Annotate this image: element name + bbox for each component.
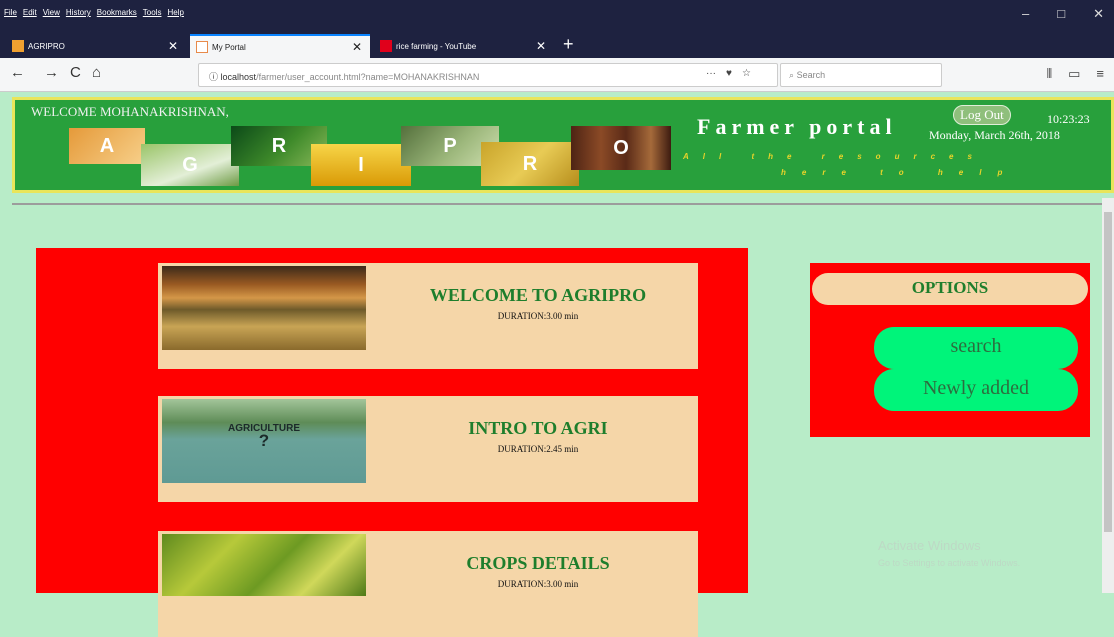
tab-agripro[interactable]: AGRIPRO ✕ [6,34,186,58]
info-icon: ⓘ [209,72,219,82]
youtube-favicon-icon [380,40,392,52]
course-duration: DURATION:3.00 min [497,579,579,589]
tab-close-icon[interactable]: ✕ [352,40,362,54]
course-card[interactable]: AGRICULTURE ? INTRO TO AGRI DURATION:2.4… [158,396,698,502]
question-mark-icon: ? [258,431,270,450]
menu-history[interactable]: History [66,8,91,17]
course-title: WELCOME TO AGRIPRO [429,285,647,305]
browser-menubar: File Edit View History Bookmarks Tools H… [0,0,1114,30]
page-scrollbar[interactable] [1102,198,1114,593]
courses-panel: WELCOME TO AGRIPRO DURATION:3.00 min AGR… [36,248,748,637]
course-title: INTRO TO AGRI [468,418,608,438]
clock-time: 10:23:23 [1047,112,1090,126]
activate-windows-watermark: Activate Windows [878,538,981,553]
menu-file[interactable]: File [4,8,17,17]
logo-letter-r2: R [481,142,579,186]
back-button[interactable]: ← [10,64,25,81]
tab-youtube[interactable]: rice farming - YouTube ✕ [374,34,554,58]
header-divider [12,203,1102,205]
menu-view[interactable]: View [43,8,60,17]
search-input[interactable]: ⌕ Search [780,63,942,87]
portal-title: Farmer portal [697,114,897,139]
url-host: localhost [220,72,257,82]
search-placeholder: Search [796,70,826,80]
page-actions-icon[interactable]: ··· [706,68,716,79]
logo-letter-i: I [311,144,411,186]
search-icon: ⌕ [789,70,795,80]
options-panel: OPTIONS search Newly added [810,263,1090,437]
welcome-text: WELCOME MOHANAKRISHNAN, [31,104,229,119]
newly-added-button[interactable]: Newly added [874,369,1078,411]
course-card[interactable]: CROPS DETAILS DURATION:3.00 min [158,531,698,637]
logo-letter-o: O [571,126,671,170]
course-duration: DURATION:3.00 min [497,311,579,321]
tab-label: My Portal [212,42,246,52]
tab-close-icon[interactable]: ✕ [168,39,178,53]
page-favicon-icon [196,41,208,53]
agripro-favicon-icon [12,40,24,52]
home-button[interactable]: ⌂ [92,64,101,81]
tab-my-portal[interactable]: My Portal ✕ [190,34,370,58]
options-title: OPTIONS [812,273,1088,305]
sidebar-icon[interactable]: ▭ [1068,66,1080,82]
search-button[interactable]: search [874,327,1078,369]
course-thumbnail-rice-crop [162,534,366,596]
library-icon[interactable]: ⫴ [1047,66,1052,82]
tagline-line-1: All the resources [683,152,986,161]
reload-button[interactable]: C [70,64,81,81]
activate-windows-hint: Go to Settings to activate Windows. [878,558,1021,568]
pocket-icon[interactable]: ♥ [726,68,732,79]
menu-tools[interactable]: Tools [143,8,162,17]
browser-navbar: ← → C ⌂ ⓘ localhost/farmer/user_account.… [0,58,1114,92]
bookmark-star-icon[interactable]: ☆ [742,68,751,79]
logo-letter-a: A [69,128,145,164]
tagline-line-2: here to help [781,168,1019,177]
course-card[interactable]: WELCOME TO AGRIPRO DURATION:3.00 min [158,263,698,369]
menu-bookmarks[interactable]: Bookmarks [97,8,137,17]
close-window-button[interactable]: ✕ [1093,6,1104,22]
course-title: CROPS DETAILS [466,553,610,573]
url-path: /farmer/user_account.html?name=MOHANAKRI… [256,72,480,82]
hamburger-menu-icon[interactable]: ≡ [1096,66,1104,82]
course-duration: DURATION:2.45 min [497,444,579,454]
maximize-button[interactable]: □ [1057,6,1065,22]
forward-button[interactable]: → [44,64,59,81]
course-thumbnail-agriculture: AGRICULTURE ? [162,399,366,483]
logout-button[interactable]: Log Out [953,105,1011,125]
new-tab-button[interactable]: + [563,34,574,55]
tab-bar: AGRIPRO ✕ My Portal ✕ rice farming - You… [0,30,1114,58]
minimize-button[interactable]: – [1022,6,1029,22]
current-date: Monday, March 26th, 2018 [929,128,1060,142]
page-header: WELCOME MOHANAKRISHNAN, A G R I P R O Fa… [12,97,1114,193]
course-thumbnail-wheat-field [162,266,366,350]
logo-letter-g: G [141,144,239,186]
tab-close-icon[interactable]: ✕ [536,39,546,53]
menu-help[interactable]: Help [167,8,183,17]
url-bar[interactable]: ⓘ localhost/farmer/user_account.html?nam… [198,63,778,87]
tab-label: rice farming - YouTube [396,41,477,51]
scrollbar-thumb[interactable] [1104,212,1112,532]
menu-edit[interactable]: Edit [23,8,37,17]
tab-label: AGRIPRO [28,41,65,51]
